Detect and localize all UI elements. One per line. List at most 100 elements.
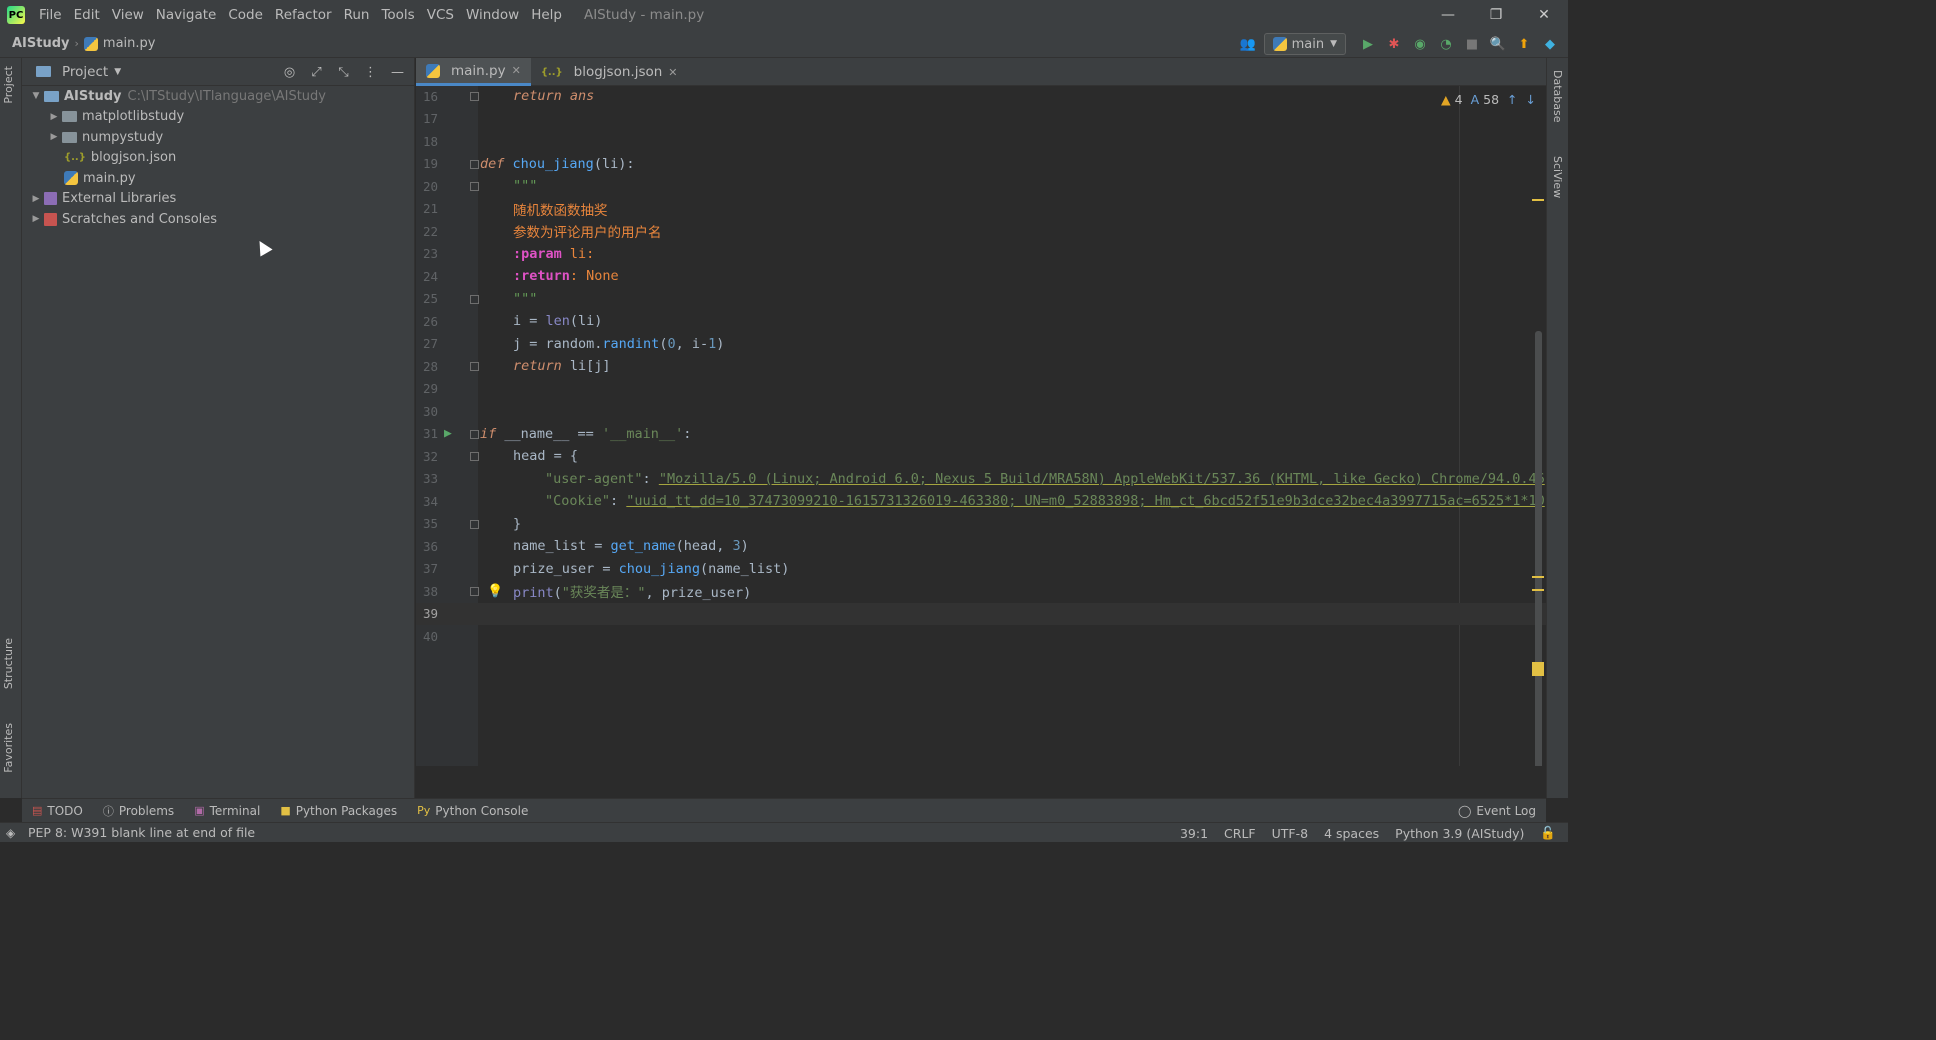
locate-icon[interactable]: ◎ <box>281 62 298 82</box>
tool-todo[interactable]: ▤ TODO <box>22 804 93 818</box>
tab-database[interactable]: Database <box>1551 70 1564 123</box>
tree-item-label: main.py <box>83 170 136 186</box>
menu-navigate[interactable]: Navigate <box>150 0 223 30</box>
line-separator[interactable]: CRLF <box>1224 826 1256 841</box>
fold-icon[interactable] <box>470 294 479 304</box>
fold-icon[interactable] <box>470 159 479 169</box>
tree-item-main-py[interactable]: main.py <box>22 168 414 189</box>
fold-icon[interactable] <box>470 452 479 461</box>
close-icon[interactable]: ✕ <box>512 64 521 77</box>
fold-icon[interactable] <box>470 92 479 101</box>
tree-item-external-libraries[interactable]: ▶ External Libraries <box>22 189 414 210</box>
typos-indicator[interactable]: A 58 <box>1471 92 1499 107</box>
event-log-button[interactable]: ◯ Event Log <box>1458 799 1536 823</box>
lock-icon[interactable]: 🔓 <box>1540 825 1556 841</box>
tree-item-matplotlibstudy[interactable]: ▶ matplotlibstudy <box>22 107 414 128</box>
close-icon[interactable]: ✕ <box>668 66 677 79</box>
code-line: 17 <box>416 108 1546 131</box>
menu-window[interactable]: Window <box>460 0 525 30</box>
menu-view[interactable]: View <box>106 0 150 30</box>
error-stripe-marker[interactable] <box>1532 662 1544 676</box>
more-options-icon[interactable]: ⋮ <box>362 62 379 82</box>
menu-refactor[interactable]: Refactor <box>269 0 338 30</box>
fold-icon[interactable] <box>470 587 479 596</box>
expand-all-icon[interactable]: ⤢ <box>308 62 325 82</box>
debug-icon[interactable]: ✱ <box>1384 34 1404 54</box>
tab-blogjson[interactable]: {..} blogjson.json ✕ <box>531 58 688 86</box>
layers-icon[interactable]: ◈ <box>6 826 15 840</box>
breadcrumb-project[interactable]: AIStudy <box>12 36 70 51</box>
code-token: ) <box>740 538 749 555</box>
python-interpreter[interactable]: Python 3.9 (AIStudy) <box>1395 826 1524 841</box>
code-line: 27 j = random.randint(0, i-1) <box>416 333 1546 356</box>
doc-tag: :return <box>513 268 570 285</box>
warnings-indicator[interactable]: ▲ 4 <box>1441 92 1463 107</box>
project-view-selector[interactable]: Project ▼ <box>36 64 121 80</box>
jetbrains-icon[interactable]: ◆ <box>1540 34 1560 54</box>
fold-icon[interactable] <box>470 182 479 191</box>
breadcrumb-file[interactable]: main.py <box>83 36 155 51</box>
chevron-right-icon[interactable]: ▶ <box>46 132 62 142</box>
fold-icon[interactable] <box>470 362 479 371</box>
profile-icon[interactable]: ◔ <box>1436 34 1456 54</box>
scratches-icon <box>44 212 57 226</box>
menu-run[interactable]: Run <box>338 0 376 30</box>
menu-code[interactable]: Code <box>222 0 269 30</box>
tree-item-root[interactable]: ▼ AIStudy C:\ITStudy\ITlanguage\AIStudy <box>22 86 414 107</box>
chevron-right-icon[interactable]: ▶ <box>46 112 62 122</box>
chevron-right-icon[interactable]: ▶ <box>28 194 44 204</box>
tree-item-numpystudy[interactable]: ▶ numpystudy <box>22 127 414 148</box>
tree-item-scratches[interactable]: ▶ Scratches and Consoles <box>22 209 414 230</box>
lightbulb-icon[interactable]: 💡 <box>487 584 503 599</box>
stop-icon[interactable]: ■ <box>1462 34 1482 54</box>
run-config-selector[interactable]: main ▼ <box>1263 33 1346 55</box>
fold-icon[interactable] <box>470 429 479 439</box>
indent-setting[interactable]: 4 spaces <box>1324 826 1379 841</box>
fold-icon[interactable] <box>470 519 479 529</box>
cursor-position[interactable]: 39:1 <box>1180 826 1208 841</box>
menu-edit[interactable]: Edit <box>68 0 106 30</box>
run-gutter-icon[interactable]: ▶ <box>444 426 452 441</box>
status-widgets: 39:1 CRLF UTF-8 4 spaces Python 3.9 (AIS… <box>1180 823 1556 843</box>
code-token: : <box>683 425 692 442</box>
restore-icon[interactable]: ❐ <box>1472 0 1520 30</box>
hide-panel-icon[interactable]: — <box>389 62 406 82</box>
menu-tools[interactable]: Tools <box>375 0 420 30</box>
menu-file[interactable]: File <box>33 0 68 30</box>
tool-python-packages[interactable]: ■ Python Packages <box>270 804 407 818</box>
tab-project-vertical[interactable]: Project <box>2 66 15 104</box>
chevron-down-icon[interactable]: ▼ <box>28 91 44 101</box>
chevron-right-icon[interactable]: ▶ <box>28 214 44 224</box>
code-area[interactable]: ▲ 4 A 58 ↑ ↓ 16 return ans 17 18 19 def ch… <box>416 86 1546 766</box>
code-line: 25 """ <box>416 288 1546 311</box>
minimize-icon[interactable]: — <box>1424 0 1472 30</box>
tab-favorites-vertical[interactable]: Favorites <box>2 723 15 773</box>
users-icon[interactable]: 👥 <box>1238 34 1258 54</box>
update-icon[interactable]: ⬆ <box>1514 34 1534 54</box>
tab-structure-vertical[interactable]: Structure <box>2 638 15 689</box>
warning-marker[interactable] <box>1532 199 1544 201</box>
tab-sciview[interactable]: SciView <box>1551 156 1564 198</box>
search-icon[interactable]: 🔍 <box>1488 34 1508 54</box>
run-icon[interactable]: ▶ <box>1358 34 1378 54</box>
menu-vcs[interactable]: VCS <box>421 0 460 30</box>
tool-problems[interactable]: ⓘ Problems <box>93 803 184 819</box>
arrow-up-icon[interactable]: ↑ <box>1507 92 1517 107</box>
python-file-icon <box>426 63 440 78</box>
warning-marker[interactable] <box>1532 589 1544 591</box>
inspection-widget[interactable]: ▲ 4 A 58 ↑ ↓ <box>1441 92 1536 107</box>
warning-marker[interactable] <box>1532 576 1544 578</box>
right-tool-strip: Database SciView <box>1546 58 1568 798</box>
code-line: 34 "Cookie": "uuid_tt_dd=10_37473099210-1… <box>416 490 1546 513</box>
tab-main-py[interactable]: main.py ✕ <box>416 58 531 86</box>
menu-help[interactable]: Help <box>525 0 568 30</box>
tree-item-blogjson[interactable]: {..} blogjson.json <box>22 148 414 169</box>
arrow-down-icon[interactable]: ↓ <box>1526 92 1536 107</box>
file-encoding[interactable]: UTF-8 <box>1272 826 1308 841</box>
tool-terminal[interactable]: ▣ Terminal <box>184 804 270 818</box>
tool-python-console[interactable]: Py Python Console <box>407 804 538 818</box>
coverage-icon[interactable]: ◉ <box>1410 34 1430 54</box>
collapse-all-icon[interactable]: ⤡ <box>335 62 352 82</box>
close-window-icon[interactable]: ✕ <box>1520 0 1568 30</box>
vertical-scrollbar[interactable] <box>1535 331 1542 766</box>
